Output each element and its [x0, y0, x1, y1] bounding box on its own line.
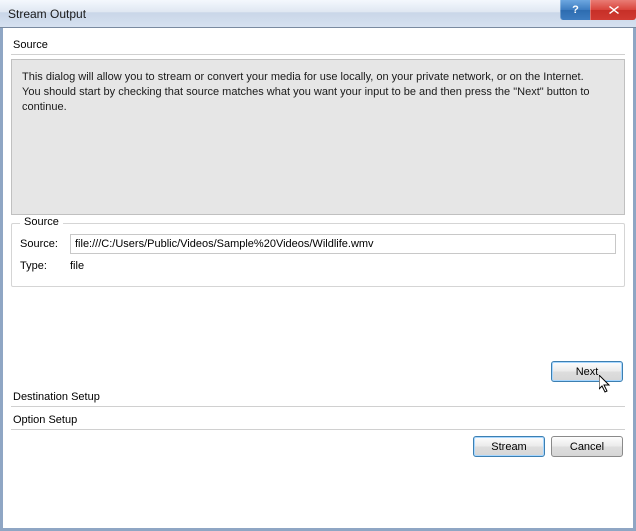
window-title: Stream Output: [8, 7, 86, 21]
type-label: Type:: [20, 260, 62, 272]
next-button[interactable]: Next: [551, 361, 623, 382]
close-button[interactable]: [590, 0, 636, 20]
type-value: file: [70, 260, 84, 272]
client-area: Source This dialog will allow you to str…: [0, 28, 636, 531]
source-group-title: Source: [20, 216, 63, 228]
help-button[interactable]: ?: [560, 0, 590, 20]
cancel-button[interactable]: Cancel: [551, 436, 623, 457]
stream-button[interactable]: Stream: [473, 436, 545, 457]
source-row: Source:: [20, 234, 616, 254]
bottom-button-row: Stream Cancel: [11, 436, 625, 457]
next-row: Next: [11, 361, 625, 382]
source-input[interactable]: [70, 234, 616, 254]
info-text: This dialog will allow you to stream or …: [11, 59, 625, 215]
source-group: Source Source: Type: file: [11, 223, 625, 287]
source-section-header: Source: [11, 36, 625, 55]
window-controls: ?: [560, 0, 636, 20]
source-label: Source:: [20, 238, 62, 250]
type-row: Type: file: [20, 260, 616, 272]
destination-section-header: Destination Setup: [11, 388, 625, 407]
title-bar: Stream Output ?: [0, 0, 636, 28]
options-section-header: Option Setup: [11, 411, 625, 430]
